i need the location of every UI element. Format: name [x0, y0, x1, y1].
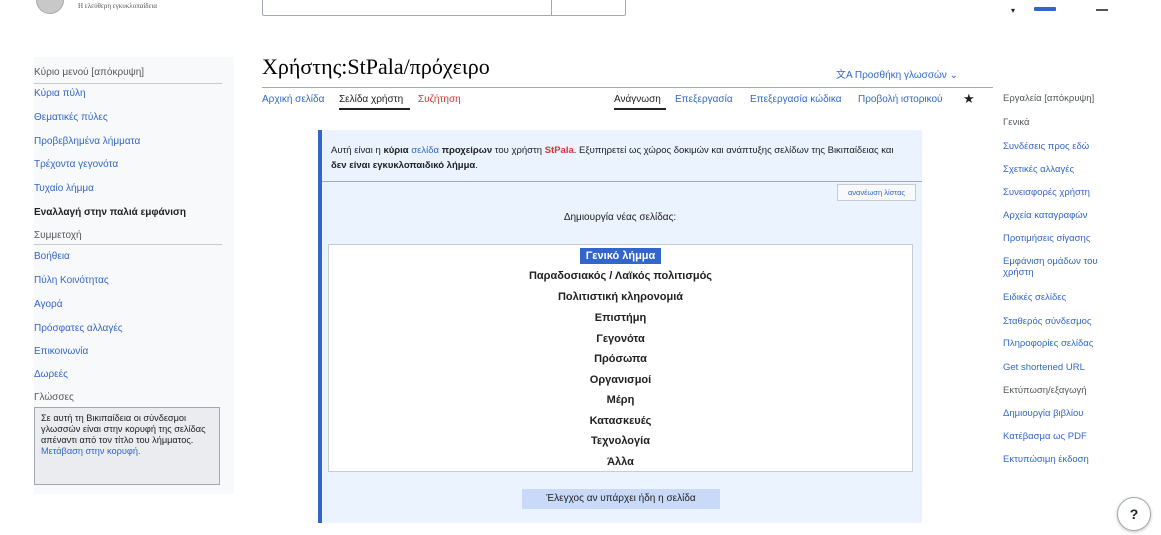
- intro-part: Αυτή είναι η: [331, 145, 384, 156]
- page-type-option[interactable]: Πρόσωπα: [328, 349, 913, 369]
- sandbox-page-link[interactable]: σελίδα: [411, 145, 439, 156]
- sidebar-item-portals[interactable]: Θεματικές πύλες: [34, 112, 108, 123]
- refresh-list-button[interactable]: ανανέωση λίστας: [837, 184, 916, 201]
- create-page-heading: Δημιουργία νέας σελίδας:: [563, 212, 677, 223]
- print-export-heading: Εκτύπωση/εξαγωγή: [1003, 385, 1087, 396]
- tab-edit-source[interactable]: Επεξεργασία κώδικα: [750, 94, 842, 105]
- tab-home-page[interactable]: Αρχική σελίδα: [262, 94, 324, 105]
- help-icon[interactable]: ?: [1117, 497, 1151, 531]
- tab-edit[interactable]: Επεξεργασία: [675, 94, 733, 105]
- tools-menu-heading[interactable]: Εργαλεία [απόκρυψη]: [1003, 93, 1094, 104]
- intro-part: . Εξυπηρετεί ως χώρος δοκιμών και ανάπτυ…: [573, 145, 894, 156]
- page-type-option[interactable]: Μέρη: [328, 390, 913, 410]
- sidebar-item-main-page[interactable]: Κύρια πύλη: [34, 88, 86, 99]
- tool-permanent-link[interactable]: Σταθερός σύνδεσμος: [1003, 316, 1091, 327]
- page-type-option[interactable]: Παραδοσιακός / Λαϊκός πολιτισμός: [328, 266, 913, 286]
- intro-part: .: [475, 160, 478, 171]
- user-link[interactable]: StPala: [545, 145, 574, 156]
- page-title: Χρήστης:StPala/πρόχειρο: [262, 54, 490, 79]
- languages-heading: Γλώσσες: [34, 392, 74, 403]
- tool-logs[interactable]: Αρχεία καταγραφών: [1003, 210, 1087, 221]
- site-tagline: Η ελεύθερη εγκυκλοπαίδεια: [78, 2, 158, 10]
- sidebar-item-contact[interactable]: Επικοινωνία: [34, 346, 88, 357]
- box-divider: [322, 181, 922, 182]
- go-to-top-link[interactable]: Μετάβαση στην κορυφή.: [41, 446, 141, 456]
- wikipedia-logo-icon[interactable]: [36, 0, 64, 14]
- sidebar-item-current-events[interactable]: Τρέχοντα γεγονότα: [34, 159, 118, 170]
- tool-user-contributions[interactable]: Συνεισφορές χρήστη: [1003, 187, 1090, 198]
- main-menu-heading[interactable]: Κύριο μενού [απόκρυψη]: [34, 67, 144, 78]
- tool-what-links-here[interactable]: Συνδέσεις προς εδώ: [1003, 141, 1089, 152]
- sidebar-item-market[interactable]: Αγορά: [34, 299, 63, 310]
- tab-read[interactable]: Ανάγνωση: [614, 94, 661, 105]
- sidebar-item-donate[interactable]: Δωρεές: [34, 369, 68, 380]
- page-type-option[interactable]: Κατασκευές: [328, 411, 913, 431]
- main-menu-sidebar: Κύριο μενού [απόκρυψη] Κύρια πύλη Θεματι…: [34, 57, 234, 494]
- tool-mute-preferences[interactable]: Προτιμήσεις σίγασης: [1003, 233, 1090, 244]
- page-type-option[interactable]: Γενικό λήμμα: [328, 246, 913, 266]
- tools-general-heading: Γενικά: [1003, 117, 1030, 128]
- languages-notice: Σε αυτή τη Βικιπαίδεια οι σύνδεσμοι γλωσ…: [34, 407, 220, 485]
- tool-short-url[interactable]: Get shortened URL: [1003, 362, 1085, 373]
- more-icon[interactable]: [1096, 9, 1108, 11]
- page-type-option[interactable]: Οργανισμοί: [328, 370, 913, 390]
- tool-create-book[interactable]: Δημιουργία βιβλίου: [1003, 408, 1083, 419]
- divider: [34, 83, 222, 84]
- intro-bold: προχείρων: [441, 145, 493, 156]
- active-tab-underline: [339, 108, 410, 110]
- languages-notice-text: Σε αυτή τη Βικιπαίδεια οι σύνδεσμοι γλωσ…: [41, 413, 206, 445]
- title-divider: [262, 87, 993, 88]
- top-bar: Η ελεύθερη εγκυκλοπαίδεια ▾: [0, 0, 1161, 20]
- page-type-option[interactable]: Άλλα: [328, 452, 913, 472]
- user-icon[interactable]: [1034, 7, 1056, 11]
- star-icon[interactable]: ★: [963, 91, 975, 107]
- check-page-exists-button[interactable]: Έλεγχος αν υπάρχει ήδη η σελίδα: [522, 489, 720, 509]
- tool-user-groups[interactable]: Εμφάνιση ομάδων του χρήστη: [1003, 256, 1127, 278]
- sidebar-item-community[interactable]: Πύλη Κοινότητας: [34, 275, 109, 286]
- intro-bold: κύρια: [383, 145, 409, 156]
- tab-talk[interactable]: Συζήτηση: [418, 94, 461, 105]
- sidebar-item-old-look[interactable]: Εναλλαγή στην παλιά εμφάνιση: [34, 207, 186, 218]
- page-type-option[interactable]: Τεχνολογία: [328, 431, 913, 451]
- sidebar-item-random[interactable]: Τυχαίο λήμμα: [34, 183, 94, 194]
- intro-text: Αυτή είναι η κύρια σελίδα προχείρων του …: [331, 143, 911, 173]
- participation-heading: Συμμετοχή: [34, 230, 82, 241]
- page-type-option[interactable]: Πολιτιστική κληρονομιά: [328, 287, 913, 307]
- sidebar-item-featured[interactable]: Προβεβλημένα λήμματα: [34, 136, 140, 147]
- tool-related-changes[interactable]: Σχετικές αλλαγές: [1003, 164, 1074, 175]
- page-type-option[interactable]: Επιστήμη: [328, 308, 913, 328]
- divider: [34, 244, 222, 245]
- active-tab-underline: [614, 108, 666, 110]
- page-type-option[interactable]: Γεγονότα: [328, 329, 913, 349]
- search-input[interactable]: [262, 0, 626, 16]
- tab-view-history[interactable]: Προβολή ιστορικού: [858, 94, 943, 105]
- intro-part: του χρήστη: [492, 145, 545, 156]
- intro-bold: δεν είναι εγκυκλοπαιδικό λήμμα: [331, 160, 476, 171]
- sidebar-item-recent-changes[interactable]: Πρόσφατες αλλαγές: [34, 323, 123, 334]
- option-label: Γενικό λήμμα: [579, 248, 662, 264]
- tool-printable-version[interactable]: Εκτυπώσιμη έκδοση: [1003, 454, 1089, 465]
- sidebar-item-help[interactable]: Βοήθεια: [34, 251, 70, 262]
- search-button-divider: [551, 0, 552, 15]
- tab-user-page[interactable]: Σελίδα χρήστη: [339, 94, 403, 105]
- chevron-down-icon[interactable]: ▾: [1011, 6, 1015, 15]
- add-languages-button[interactable]: 文A Προσθήκη γλωσσών ⌄: [836, 66, 958, 81]
- tool-page-info[interactable]: Πληροφορίες σελίδας: [1003, 338, 1093, 349]
- tool-special-pages[interactable]: Ειδικές σελίδες: [1003, 292, 1066, 303]
- tool-download-pdf[interactable]: Κατέβασμα ως PDF: [1003, 431, 1087, 442]
